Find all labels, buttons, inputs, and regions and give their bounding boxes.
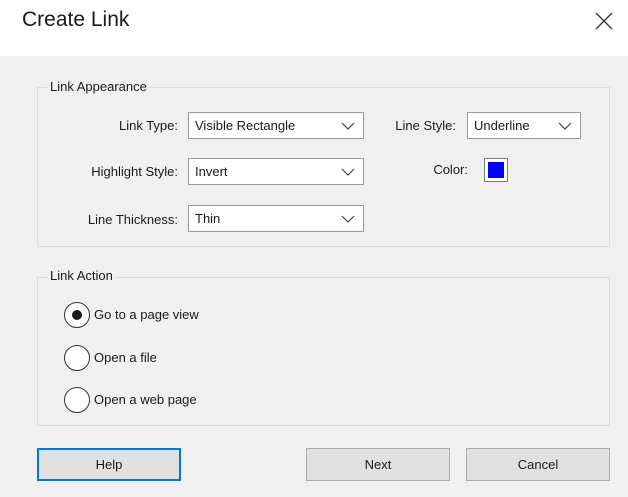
cancel-button[interactable]: Cancel: [466, 448, 610, 481]
radio-label: Open a file: [94, 350, 157, 365]
radio-go-to-page-view[interactable]: Go to a page view: [64, 302, 284, 330]
help-button[interactable]: Help: [37, 448, 181, 481]
radio-selected-dot: [72, 310, 82, 320]
link-appearance-title: Link Appearance: [48, 79, 149, 94]
color-swatch-fill: [488, 162, 504, 178]
chevron-down-icon: [341, 168, 355, 176]
next-button[interactable]: Next: [306, 448, 450, 481]
color-label: Color:: [433, 162, 468, 177]
radio-button[interactable]: [64, 302, 90, 328]
link-action-title: Link Action: [48, 268, 115, 283]
link-type-label: Link Type:: [118, 118, 178, 133]
highlight-style-label: Highlight Style:: [91, 164, 178, 179]
radio-button[interactable]: [64, 387, 90, 413]
highlight-style-dropdown[interactable]: Invert: [188, 158, 364, 185]
chevron-down-icon: [341, 215, 355, 223]
line-thickness-value: Thin: [195, 211, 221, 226]
link-type-value: Visible Rectangle: [195, 118, 296, 133]
line-style-label: Line Style:: [395, 118, 456, 133]
radio-open-a-web-page[interactable]: Open a web page: [64, 387, 284, 415]
highlight-style-value: Invert: [195, 164, 228, 179]
line-style-value: Underline: [474, 118, 530, 133]
radio-label: Go to a page view: [94, 307, 199, 322]
chevron-down-icon: [341, 122, 355, 130]
chevron-down-icon: [558, 122, 572, 130]
dialog-title: Create Link: [22, 8, 130, 31]
color-swatch[interactable]: [484, 158, 508, 182]
radio-label: Open a web page: [94, 392, 197, 407]
line-style-dropdown[interactable]: Underline: [467, 112, 581, 139]
radio-button[interactable]: [64, 345, 90, 371]
radio-open-a-file[interactable]: Open a file: [64, 345, 284, 373]
link-type-dropdown[interactable]: Visible Rectangle: [188, 112, 364, 139]
line-thickness-dropdown[interactable]: Thin: [188, 205, 364, 232]
close-icon[interactable]: [592, 9, 616, 33]
line-thickness-label: Line Thickness:: [87, 212, 178, 227]
